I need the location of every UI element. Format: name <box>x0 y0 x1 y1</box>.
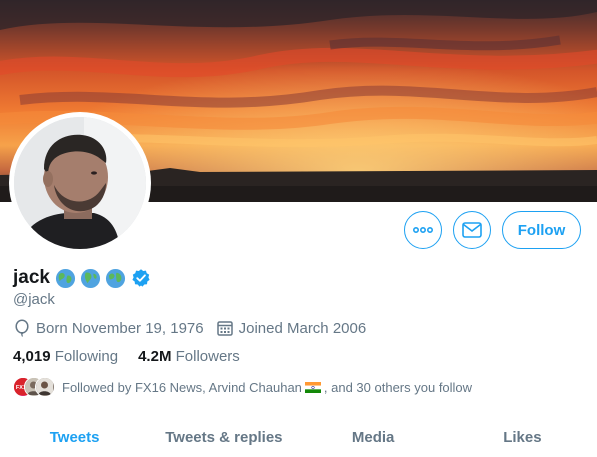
followers-you-know[interactable]: FX16 Followed by FX16 News, Arvind Chauh… <box>13 377 472 397</box>
globe-emoji-icon <box>80 268 101 288</box>
mutual-avatar <box>35 377 55 397</box>
birth-date-text: Born November 19, 1976 <box>36 319 204 337</box>
followed-by-suffix: , and 30 others you follow <box>323 379 473 395</box>
profile-meta-row: Born November 19, 1976 Joined March 2006 <box>13 319 378 337</box>
calendar-icon <box>216 321 233 336</box>
profile-tabs: Tweets Tweets & replies Media Likes <box>0 418 597 457</box>
follow-counts-row: 4,019 Following 4.2M Followers <box>13 348 260 365</box>
follow-button[interactable]: Follow <box>502 211 581 249</box>
joined-item: Joined March 2006 <box>216 319 367 337</box>
balloon-icon <box>15 319 29 337</box>
followed-by-text: Followed by FX16 News, Arvind Chauhan <box>62 379 302 395</box>
verified-badge-icon <box>132 269 150 287</box>
followers-label: Followers <box>175 348 240 365</box>
message-button[interactable] <box>453 211 491 249</box>
following-count: 4,019 <box>13 348 51 365</box>
globe-emoji-icon <box>105 268 126 288</box>
user-handle: @jack <box>13 291 55 308</box>
more-icon <box>413 227 433 233</box>
following-label: Following <box>54 348 119 365</box>
following-link[interactable]: 4,019 Following <box>13 348 118 365</box>
globe-emoji-icon <box>55 268 76 288</box>
followers-count: 4.2M <box>138 348 172 365</box>
india-flag-icon <box>304 381 321 393</box>
birthday-item: Born November 19, 1976 <box>13 319 204 337</box>
joined-date-text: Joined March 2006 <box>238 319 367 337</box>
profile-page: Follow jack @jack Born November 19, 1976… <box>0 0 597 457</box>
mail-icon <box>462 222 482 238</box>
tab-likes[interactable]: Likes <box>448 418 597 457</box>
tab-tweets-and-replies[interactable]: Tweets & replies <box>149 418 298 457</box>
more-options-button[interactable] <box>404 211 442 249</box>
display-name: jack <box>13 267 50 288</box>
display-name-row: jack <box>13 265 151 291</box>
profile-avatar[interactable] <box>9 112 151 254</box>
tab-tweets[interactable]: Tweets <box>0 418 149 457</box>
followers-link[interactable]: 4.2M Followers <box>138 348 240 365</box>
avatar-photo <box>14 117 146 249</box>
tab-media[interactable]: Media <box>299 418 448 457</box>
mutual-avatars: FX16 <box>13 377 55 397</box>
